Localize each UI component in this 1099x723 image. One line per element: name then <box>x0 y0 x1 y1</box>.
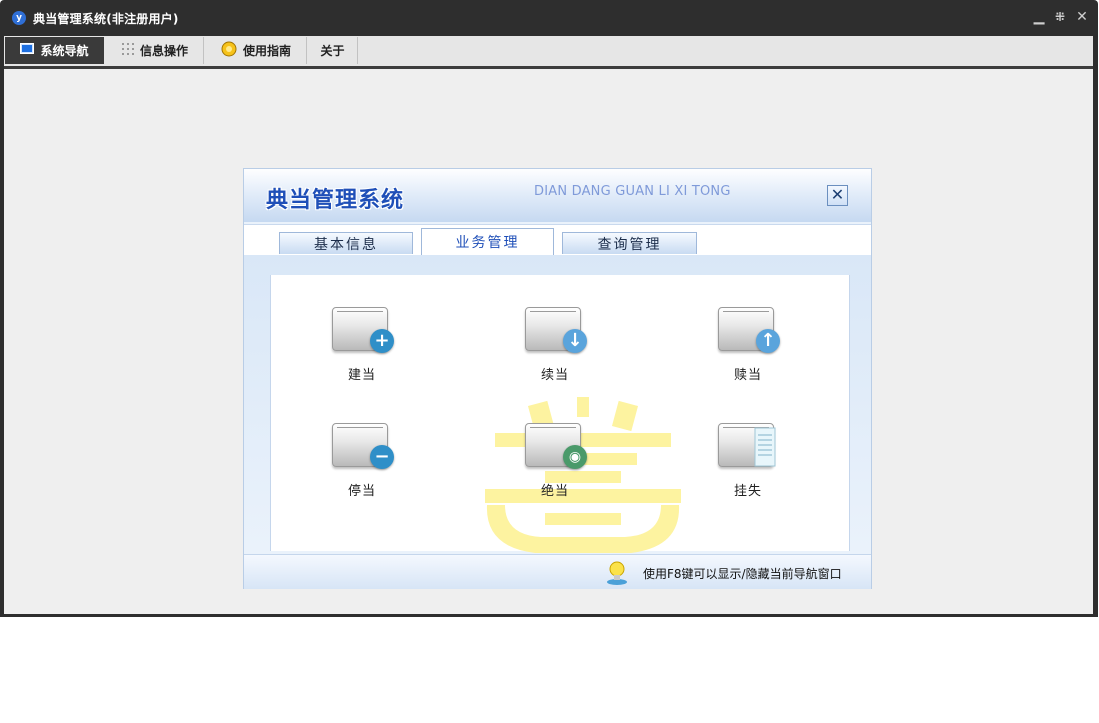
monitor-icon <box>20 43 35 58</box>
title-bar[interactable]: y 典当管理系统(非注册用户) ▁ ⁜ ✕ <box>0 0 1098 36</box>
folder-document-icon <box>718 423 778 467</box>
menu-tab-label: 使用指南 <box>242 44 291 58</box>
main-menu-bar: 系统导航 信息操作 使用指南 关于 <box>4 36 1093 69</box>
function-label: 赎当 <box>733 368 762 383</box>
function-create-pawn[interactable]: + 建当 <box>307 307 417 383</box>
folder-upload-icon: ↑ <box>718 307 780 353</box>
business-function-area: + 建当 ↓ 续当 ↑ 赎当 − 停当 ◉ 绝当 挂失 <box>270 275 850 553</box>
menu-tab-about[interactable]: 关于 <box>308 37 358 64</box>
app-logo-icon: y <box>12 11 26 25</box>
window-title: 典当管理系统(非注册用户) <box>33 12 179 26</box>
help-icon <box>221 41 237 60</box>
folder-globe-icon: ◉ <box>525 423 587 469</box>
minimize-icon[interactable]: ▁ <box>1031 8 1047 26</box>
panel-subtitle: DIAN DANG GUAN LI XI TONG <box>534 184 731 199</box>
function-label: 挂失 <box>733 484 762 499</box>
function-label: 绝当 <box>540 484 569 499</box>
menu-tab-system-navigation[interactable]: 系统导航 <box>5 37 104 64</box>
restore-icon[interactable]: ⁜ <box>1052 8 1068 26</box>
function-stop-pawn[interactable]: − 停当 <box>307 423 417 499</box>
function-redeem-pawn[interactable]: ↑ 赎当 <box>693 307 803 383</box>
navigation-panel: 典当管理系统 DIAN DANG GUAN LI XI TONG ✕ 基本信息 … <box>244 169 871 589</box>
menu-tab-label: 系统导航 <box>40 44 89 58</box>
menu-tab-label: 关于 <box>320 44 345 58</box>
panel-tab-strip: 基本信息 业务管理 查询管理 <box>244 224 871 256</box>
folder-remove-icon: − <box>332 423 394 469</box>
menu-tab-info-operation[interactable]: 信息操作 <box>107 37 204 64</box>
folder-download-icon: ↓ <box>525 307 587 353</box>
panel-title: 典当管理系统 <box>266 188 405 213</box>
function-label: 停当 <box>347 484 376 499</box>
function-forfeit-pawn[interactable]: ◉ 绝当 <box>500 423 610 499</box>
tab-basic-info[interactable]: 基本信息 <box>279 232 413 254</box>
hint-text: 使用F8键可以显示/隐藏当前导航窗口 <box>643 567 842 581</box>
menu-tab-user-guide[interactable]: 使用指南 <box>206 37 307 64</box>
function-label: 建当 <box>347 368 376 383</box>
grid-icon <box>121 43 134 58</box>
tab-business-management[interactable]: 业务管理 <box>421 228 554 255</box>
function-report-loss[interactable]: 挂失 <box>693 423 803 499</box>
menu-tab-label: 信息操作 <box>139 44 188 58</box>
panel-status-bar: 使用F8键可以显示/隐藏当前导航窗口 <box>244 554 871 589</box>
close-icon[interactable]: ✕ <box>1074 8 1090 26</box>
function-label: 续当 <box>540 368 569 383</box>
folder-add-icon: + <box>332 307 394 353</box>
panel-header: 典当管理系统 DIAN DANG GUAN LI XI TONG ✕ <box>244 169 871 222</box>
lightbulb-icon <box>607 561 627 585</box>
function-renew-pawn[interactable]: ↓ 续当 <box>500 307 610 383</box>
panel-close-button[interactable]: ✕ <box>827 185 848 206</box>
tab-query-management[interactable]: 查询管理 <box>562 232 697 254</box>
